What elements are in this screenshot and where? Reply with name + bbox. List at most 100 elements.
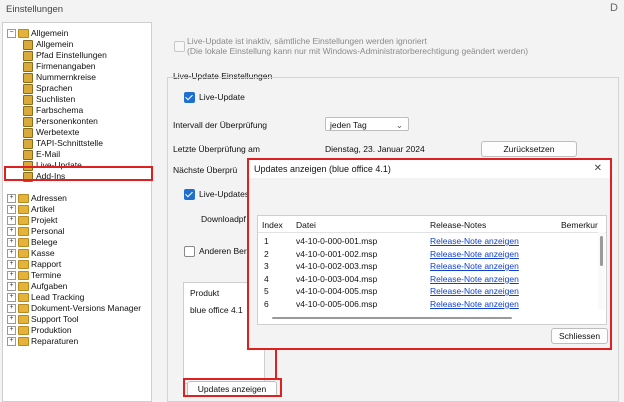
- expand-icon[interactable]: +: [7, 194, 16, 203]
- live-update-checkbox[interactable]: [184, 92, 195, 103]
- table-row[interactable]: 4 v4-10-0-003-004.msp Release-Note anzeige…: [258, 274, 598, 286]
- expand-icon[interactable]: +: [7, 282, 16, 291]
- horizontal-scrollbar[interactable]: [258, 314, 598, 322]
- settings-icon: [23, 139, 33, 149]
- expand-icon[interactable]: +: [7, 304, 16, 313]
- table-row[interactable]: 2 v4-10-0-001-002.msp Release-Note anzeige…: [258, 249, 598, 261]
- interval-select[interactable]: jeden Tag ⌄: [325, 117, 409, 131]
- next-check-label: Nächste Überprü: [173, 165, 238, 175]
- settings-icon: [23, 95, 33, 105]
- expand-icon[interactable]: +: [7, 238, 16, 247]
- release-note-link[interactable]: Release-Note anzeigen: [430, 261, 519, 271]
- settings-icon: [23, 73, 33, 83]
- product-value: blue office 4.1: [190, 305, 243, 315]
- table-row[interactable]: 6 v4-10-0-005-006.msp Release-Note anzeige…: [258, 299, 598, 311]
- row-file: v4-10-0-002-003.msp: [296, 261, 378, 271]
- tree-node-label: Farbschema: [36, 105, 84, 115]
- table-header: Index Datei Release-Notes Bemerkur: [258, 216, 606, 233]
- updates-checkbox[interactable]: [184, 189, 195, 200]
- release-note-link[interactable]: Release-Note anzeigen: [430, 286, 519, 296]
- expand-icon[interactable]: +: [7, 216, 16, 225]
- highlight-show-updates: [183, 378, 282, 397]
- hscroll-thumb[interactable]: [272, 317, 512, 319]
- release-note-link[interactable]: Release-Note anzeigen: [430, 249, 519, 259]
- tree-node-label: Sprachen: [36, 83, 73, 93]
- expand-icon[interactable]: +: [7, 260, 16, 269]
- other-checkbox[interactable]: [184, 246, 195, 257]
- expand-icon[interactable]: +: [7, 249, 16, 258]
- inactive-note-1: Live-Update ist inaktiv, sämtliche Einst…: [187, 36, 427, 46]
- folder-icon: [18, 282, 29, 291]
- vertical-scrollbar[interactable]: [598, 232, 605, 310]
- settings-icon: [23, 51, 33, 61]
- download-label: Downloadpf: [201, 214, 246, 224]
- col-remarks[interactable]: Bemerkur: [561, 220, 598, 230]
- expand-icon[interactable]: +: [7, 315, 16, 324]
- col-file[interactable]: Datei: [296, 220, 316, 230]
- expand-icon[interactable]: +: [7, 326, 16, 335]
- tree-node-label: Personenkonten: [36, 116, 98, 126]
- interval-value: jeden Tag: [330, 120, 367, 130]
- updates-dialog: Updates anzeigen (blue office 4.1) ✕ Ind…: [247, 158, 612, 350]
- settings-tree[interactable]: − Allgemein Allgemein Pfad Einstellungen F…: [2, 22, 152, 402]
- other-label: Anderen Ber: [199, 246, 247, 256]
- scroll-thumb[interactable]: [600, 236, 603, 266]
- row-file: v4-10-0-004-005.msp: [296, 286, 378, 296]
- last-check-value: Dienstag, 23. Januar 2024: [325, 144, 425, 154]
- reset-button[interactable]: Zurücksetzen: [481, 141, 577, 157]
- tree-node-label: Allgemein: [31, 28, 69, 38]
- col-index[interactable]: Index: [262, 220, 283, 230]
- chevron-down-icon: ⌄: [395, 120, 403, 130]
- table-row[interactable]: 1 v4-10-0-000-001.msp Release-Note anzeige…: [258, 236, 598, 248]
- folder-icon: [18, 194, 29, 203]
- folder-icon: [18, 326, 29, 335]
- interval-label: Intervall der Überprüfung: [173, 120, 268, 130]
- close-icon[interactable]: D: [610, 2, 618, 14]
- row-index: 5: [264, 286, 269, 296]
- table-row[interactable]: 5 v4-10-0-004-005.msp Release-Note anzeige…: [258, 286, 598, 298]
- expand-icon[interactable]: +: [7, 227, 16, 236]
- tree-node-label: Reparaturen: [31, 336, 79, 346]
- expand-icon[interactable]: +: [7, 205, 16, 214]
- tree-node-label: Artikel: [31, 204, 55, 214]
- settings-icon: [23, 117, 33, 127]
- close-button[interactable]: Schliessen: [551, 328, 608, 344]
- folder-icon: [18, 238, 29, 247]
- settings-icon: [23, 62, 33, 72]
- folder-icon: [18, 337, 29, 346]
- tree-node-label: Nummernkreise: [36, 72, 96, 82]
- expand-icon[interactable]: +: [7, 271, 16, 280]
- close-icon[interactable]: ✕: [594, 163, 602, 174]
- updates-label: Live-Updates: [199, 189, 250, 199]
- folder-icon: [18, 29, 29, 38]
- release-note-link[interactable]: Release-Note anzeigen: [430, 274, 519, 284]
- row-index: 6: [264, 298, 269, 309]
- product-header: Produkt: [190, 288, 220, 298]
- folder-icon: [18, 271, 29, 280]
- tree-node-label: Firmenangaben: [36, 61, 96, 71]
- settings-icon: [23, 40, 33, 50]
- expand-icon[interactable]: +: [7, 337, 16, 346]
- folder-icon: [18, 205, 29, 214]
- table-row[interactable]: 3 v4-10-0-002-003.msp Release-Note anzeige…: [258, 261, 598, 273]
- tree-node-label: Allgemein: [36, 39, 74, 49]
- dialog-title-bar: Updates anzeigen (blue office 4.1) ✕: [249, 160, 610, 178]
- row-index: 2: [264, 248, 269, 259]
- tree-node-label: Werbetexte: [36, 127, 80, 137]
- tree-node-label: Belege: [31, 237, 58, 247]
- expand-icon[interactable]: +: [7, 293, 16, 302]
- tree-node-label: Rapport: [31, 259, 62, 269]
- folder-icon: [18, 260, 29, 269]
- collapse-icon[interactable]: −: [7, 29, 16, 38]
- updates-table[interactable]: Index Datei Release-Notes Bemerkur 1 v4-1…: [257, 215, 607, 325]
- folder-icon: [18, 249, 29, 258]
- col-notes[interactable]: Release-Notes: [430, 220, 486, 230]
- tree-node-label: Lead Tracking: [31, 292, 85, 302]
- release-note-link[interactable]: Release-Note anzeigen: [430, 299, 519, 309]
- tree-node-label: E-Mail: [36, 149, 61, 159]
- tree-node-label: Dokument-Versions Manager: [31, 303, 142, 313]
- settings-icon: [23, 106, 33, 116]
- release-note-link[interactable]: Release-Note anzeigen: [430, 236, 519, 246]
- title-bar: Einstellungen D: [0, 0, 624, 20]
- folder-icon: [18, 216, 29, 225]
